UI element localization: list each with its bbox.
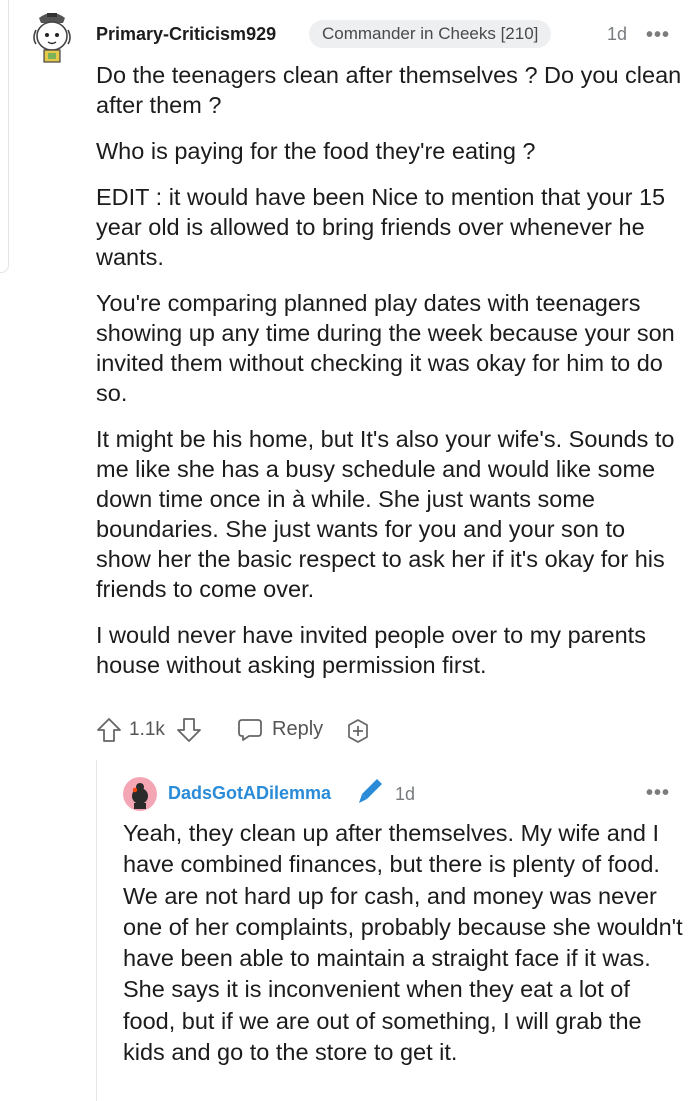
reply-button[interactable]: Reply bbox=[272, 718, 323, 741]
comment-paragraph: EDIT : it would have been Nice to mentio… bbox=[96, 184, 666, 270]
comment-paragraph: It might be his home, but It's also your… bbox=[96, 426, 675, 602]
comment-body: Do the teenagers clean after themselves … bbox=[96, 60, 686, 696]
comment-author[interactable]: Primary-Criticism929 bbox=[96, 24, 276, 45]
reply-comment: DadsGotADilemma 1d ••• Yeah, they clean … bbox=[96, 760, 700, 1101]
comment-paragraph: Do the teenagers clean after themselves … bbox=[96, 62, 682, 118]
comment-paragraph: I would never have invited people over t… bbox=[96, 622, 646, 678]
thread-line bbox=[0, 0, 9, 273]
reply-body: Yeah, they clean up after themselves. My… bbox=[123, 818, 683, 1084]
upvote-icon[interactable] bbox=[96, 717, 122, 743]
user-avatar[interactable] bbox=[27, 8, 77, 64]
comment-paragraph: Who is paying for the food they're eatin… bbox=[96, 138, 536, 164]
comment-time: 1d bbox=[607, 24, 628, 44]
vote-score: 1.1k bbox=[129, 719, 165, 740]
comment-actions: 1.1k Reply bbox=[96, 713, 396, 747]
reply-icon[interactable] bbox=[237, 718, 263, 742]
reply-paragraph: Yeah, they clean up after themselves. My… bbox=[123, 820, 683, 1066]
reply-author[interactable]: DadsGotADilemma bbox=[168, 783, 331, 804]
more-options-icon[interactable]: ••• bbox=[646, 783, 670, 803]
reply-time: 1d bbox=[395, 784, 416, 804]
downvote-icon[interactable] bbox=[176, 717, 202, 743]
user-avatar[interactable] bbox=[123, 777, 157, 811]
user-flair: Commander in Cheeks [210] bbox=[309, 20, 552, 48]
award-icon[interactable] bbox=[345, 718, 371, 744]
pencil-icon bbox=[359, 779, 382, 803]
more-options-icon[interactable]: ••• bbox=[646, 25, 670, 45]
comment-paragraph: You're comparing planned play dates with… bbox=[96, 290, 675, 406]
